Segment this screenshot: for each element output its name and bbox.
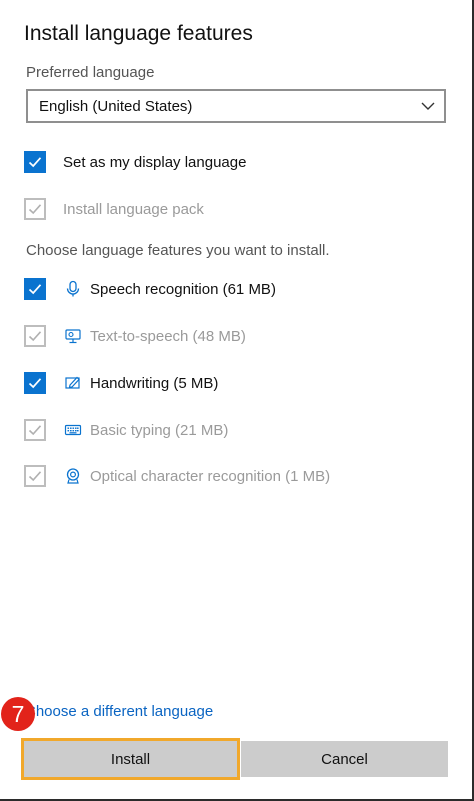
install-language-dialog: Install language features Preferred lang…: [0, 0, 474, 801]
speech-recognition-label: Speech recognition (61 MB): [90, 280, 276, 298]
display-language-option[interactable]: Set as my display language: [24, 150, 246, 174]
preferred-language-value: English (United States): [39, 98, 193, 115]
preferred-language-dropdown[interactable]: English (United States): [26, 89, 446, 123]
language-pack-label: Install language pack: [63, 200, 204, 218]
choose-different-language-link[interactable]: Choose a different language: [25, 703, 213, 720]
microphone-icon: [64, 280, 82, 298]
feature-text-to-speech: Text-to-speech (48 MB): [24, 324, 246, 348]
feature-handwriting[interactable]: Handwriting (5 MB): [24, 371, 218, 395]
language-pack-checkbox: [24, 198, 46, 220]
features-section-label: Choose language features you want to ins…: [26, 242, 330, 259]
display-language-checkbox[interactable]: [24, 151, 46, 173]
text-to-speech-label: Text-to-speech (48 MB): [90, 327, 246, 345]
speech-recognition-checkbox[interactable]: [24, 278, 46, 300]
install-button[interactable]: Install: [21, 738, 240, 780]
install-button-label: Install: [110, 750, 151, 768]
handwriting-checkbox[interactable]: [24, 372, 46, 394]
language-pack-option: Install language pack: [24, 197, 204, 221]
display-language-label: Set as my display language: [63, 153, 247, 171]
cancel-button-label: Cancel: [321, 750, 368, 768]
keyboard-icon: [64, 421, 82, 439]
ocr-icon: [64, 467, 82, 485]
basic-typing-checkbox: [24, 419, 46, 441]
cancel-button[interactable]: Cancel: [241, 741, 448, 777]
text-to-speech-checkbox: [24, 325, 46, 347]
handwriting-label: Handwriting (5 MB): [90, 374, 219, 392]
text-to-speech-icon: [64, 327, 82, 345]
ocr-label: Optical character recognition (1 MB): [90, 467, 331, 485]
feature-ocr: Optical character recognition (1 MB): [24, 464, 330, 488]
preferred-language-label: Preferred language: [26, 64, 155, 81]
ocr-checkbox: [24, 465, 46, 487]
feature-speech-recognition[interactable]: Speech recognition (61 MB): [24, 277, 276, 301]
step-number-badge: 7: [1, 697, 35, 731]
pen-icon: [64, 374, 82, 392]
dialog-title: Install language features: [24, 22, 253, 45]
feature-basic-typing: Basic typing (21 MB): [24, 418, 228, 442]
basic-typing-label: Basic typing (21 MB): [90, 421, 229, 439]
chevron-down-icon: [420, 99, 436, 113]
